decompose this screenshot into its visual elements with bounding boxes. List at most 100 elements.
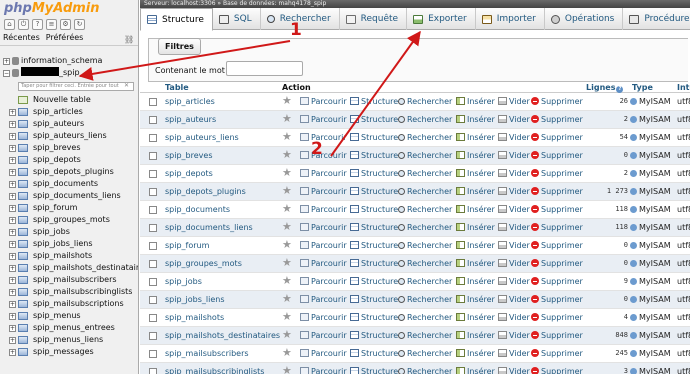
action-browse-button[interactable]: Parcourir	[300, 169, 347, 178]
tree-db-label[interactable]: _spip	[21, 67, 80, 79]
tree-table-item[interactable]: + spip_depots_plugins	[0, 166, 138, 178]
row-checkbox[interactable]	[149, 332, 157, 340]
tree-table-label[interactable]: spip_messages	[33, 346, 94, 358]
tree-table-label[interactable]: spip_depots_plugins	[33, 166, 114, 178]
table-name-link[interactable]: spip_documents_liens	[165, 223, 253, 232]
action-insert-button[interactable]: Insérer	[456, 97, 495, 106]
tree-table-item[interactable]: + spip_auteurs	[0, 118, 138, 130]
docs-icon[interactable]: ≡	[46, 19, 57, 30]
action-search-button[interactable]: Rechercher	[398, 241, 452, 250]
expand-icon[interactable]: +	[9, 253, 16, 260]
breadcrumb[interactable]: Serveur: localhost:3306 » Base de donnée…	[140, 0, 690, 8]
action-structure-button[interactable]: Structure	[350, 187, 398, 196]
favorite-star-icon[interactable]: ★	[282, 365, 292, 374]
table-name-link[interactable]: spip_auteurs_liens	[165, 133, 239, 142]
action-empty-button[interactable]: Vider	[498, 97, 530, 106]
reload-icon[interactable]: ↻	[74, 19, 85, 30]
action-structure-button[interactable]: Structure	[350, 169, 398, 178]
expand-icon[interactable]: +	[3, 58, 10, 65]
action-search-button[interactable]: Rechercher	[398, 169, 452, 178]
tree-table-item[interactable]: + spip_menus_entrees	[0, 322, 138, 334]
favorite-star-icon[interactable]: ★	[282, 149, 292, 161]
action-structure-button[interactable]: Structure	[350, 331, 398, 340]
action-insert-button[interactable]: Insérer	[456, 295, 495, 304]
action-search-button[interactable]: Rechercher	[398, 259, 452, 268]
row-checkbox[interactable]	[149, 188, 157, 196]
action-search-button[interactable]: Rechercher	[398, 133, 452, 142]
favorite-star-icon[interactable]: ★	[282, 167, 292, 179]
col-collation[interactable]: Interclassement	[677, 83, 690, 92]
expand-icon[interactable]: +	[9, 301, 16, 308]
expand-icon[interactable]: +	[9, 193, 16, 200]
table-name-link[interactable]: spip_mailsubscribinglists	[165, 367, 264, 374]
expand-icon[interactable]: +	[9, 205, 16, 212]
help-icon[interactable]: ?	[32, 19, 43, 30]
action-structure-button[interactable]: Structure	[350, 349, 398, 358]
expand-icon[interactable]: +	[9, 277, 16, 284]
action-drop-button[interactable]: Supprimer	[531, 187, 583, 196]
action-browse-button[interactable]: Parcourir	[300, 331, 347, 340]
action-empty-button[interactable]: Vider	[498, 331, 530, 340]
action-browse-button[interactable]: Parcourir	[300, 205, 347, 214]
filter-input[interactable]	[226, 61, 303, 76]
tab-sql[interactable]: SQL	[213, 8, 261, 30]
action-drop-button[interactable]: Supprimer	[531, 241, 583, 250]
tree-table-label[interactable]: spip_auteurs_liens	[33, 130, 107, 142]
action-insert-button[interactable]: Insérer	[456, 169, 495, 178]
action-drop-button[interactable]: Supprimer	[531, 133, 583, 142]
action-browse-button[interactable]: Parcourir	[300, 187, 347, 196]
tree-table-label[interactable]: spip_menus_entrees	[33, 322, 115, 334]
action-empty-button[interactable]: Vider	[498, 187, 530, 196]
action-empty-button[interactable]: Vider	[498, 133, 530, 142]
tab-recent[interactable]: Récentes	[0, 32, 43, 45]
tree-table-label[interactable]: spip_mailshots_destinataires	[33, 262, 138, 274]
sidebar-filter-input[interactable]: Taper pour filtrer ceci. Entrée pour tou…	[18, 82, 134, 91]
row-checkbox[interactable]	[149, 116, 157, 124]
tab-requ-te[interactable]: Requête	[340, 8, 408, 30]
action-browse-button[interactable]: Parcourir	[300, 277, 347, 286]
action-empty-button[interactable]: Vider	[498, 277, 530, 286]
tree-table-label[interactable]: spip_jobs_liens	[33, 238, 93, 250]
tree-table-item[interactable]: + spip_menus_liens	[0, 334, 138, 346]
action-structure-button[interactable]: Structure	[350, 115, 398, 124]
action-structure-button[interactable]: Structure	[350, 313, 398, 322]
action-browse-button[interactable]: Parcourir	[300, 367, 347, 374]
expand-icon[interactable]: +	[9, 133, 16, 140]
favorite-star-icon[interactable]: ★	[282, 257, 292, 269]
tree-db-label[interactable]: information_schema	[21, 55, 102, 67]
phpmyadmin-logo[interactable]: phpMyAdmin	[4, 1, 100, 16]
action-browse-button[interactable]: Parcourir	[300, 223, 347, 232]
tree-table-item[interactable]: + spip_jobs	[0, 226, 138, 238]
favorite-star-icon[interactable]: ★	[282, 221, 292, 233]
expand-icon[interactable]: +	[9, 229, 16, 236]
action-drop-button[interactable]: Supprimer	[531, 295, 583, 304]
action-insert-button[interactable]: Insérer	[456, 241, 495, 250]
row-checkbox[interactable]	[149, 278, 157, 286]
favorite-star-icon[interactable]: ★	[282, 311, 292, 323]
action-search-button[interactable]: Rechercher	[398, 97, 452, 106]
action-search-button[interactable]: Rechercher	[398, 223, 452, 232]
row-checkbox[interactable]	[149, 296, 157, 304]
tree-table-label[interactable]: spip_forum	[33, 202, 77, 214]
table-name-link[interactable]: spip_jobs_liens	[165, 295, 225, 304]
action-insert-button[interactable]: Insérer	[456, 223, 495, 232]
action-empty-button[interactable]: Vider	[498, 241, 530, 250]
action-search-button[interactable]: Rechercher	[398, 349, 452, 358]
action-drop-button[interactable]: Supprimer	[531, 151, 583, 160]
action-search-button[interactable]: Rechercher	[398, 313, 452, 322]
expand-icon[interactable]: +	[9, 157, 16, 164]
tree-table-item[interactable]: + spip_groupes_mots	[0, 214, 138, 226]
tree-table-item[interactable]: + spip_messages	[0, 346, 138, 358]
tab-proc-dures-stock-es[interactable]: Procédures stockées	[623, 8, 690, 30]
action-drop-button[interactable]: Supprimer	[531, 367, 583, 374]
table-name-link[interactable]: spip_articles	[165, 97, 215, 106]
expand-icon[interactable]: +	[9, 217, 16, 224]
expand-icon[interactable]: +	[9, 145, 16, 152]
row-checkbox[interactable]	[149, 224, 157, 232]
tree-table-item[interactable]: + spip_mailshots	[0, 250, 138, 262]
expand-icon[interactable]: +	[9, 325, 16, 332]
table-name-link[interactable]: spip_forum	[165, 241, 209, 250]
action-structure-button[interactable]: Structure	[350, 97, 398, 106]
table-name-link[interactable]: spip_depots_plugins	[165, 187, 246, 196]
expand-icon[interactable]: +	[9, 181, 16, 188]
